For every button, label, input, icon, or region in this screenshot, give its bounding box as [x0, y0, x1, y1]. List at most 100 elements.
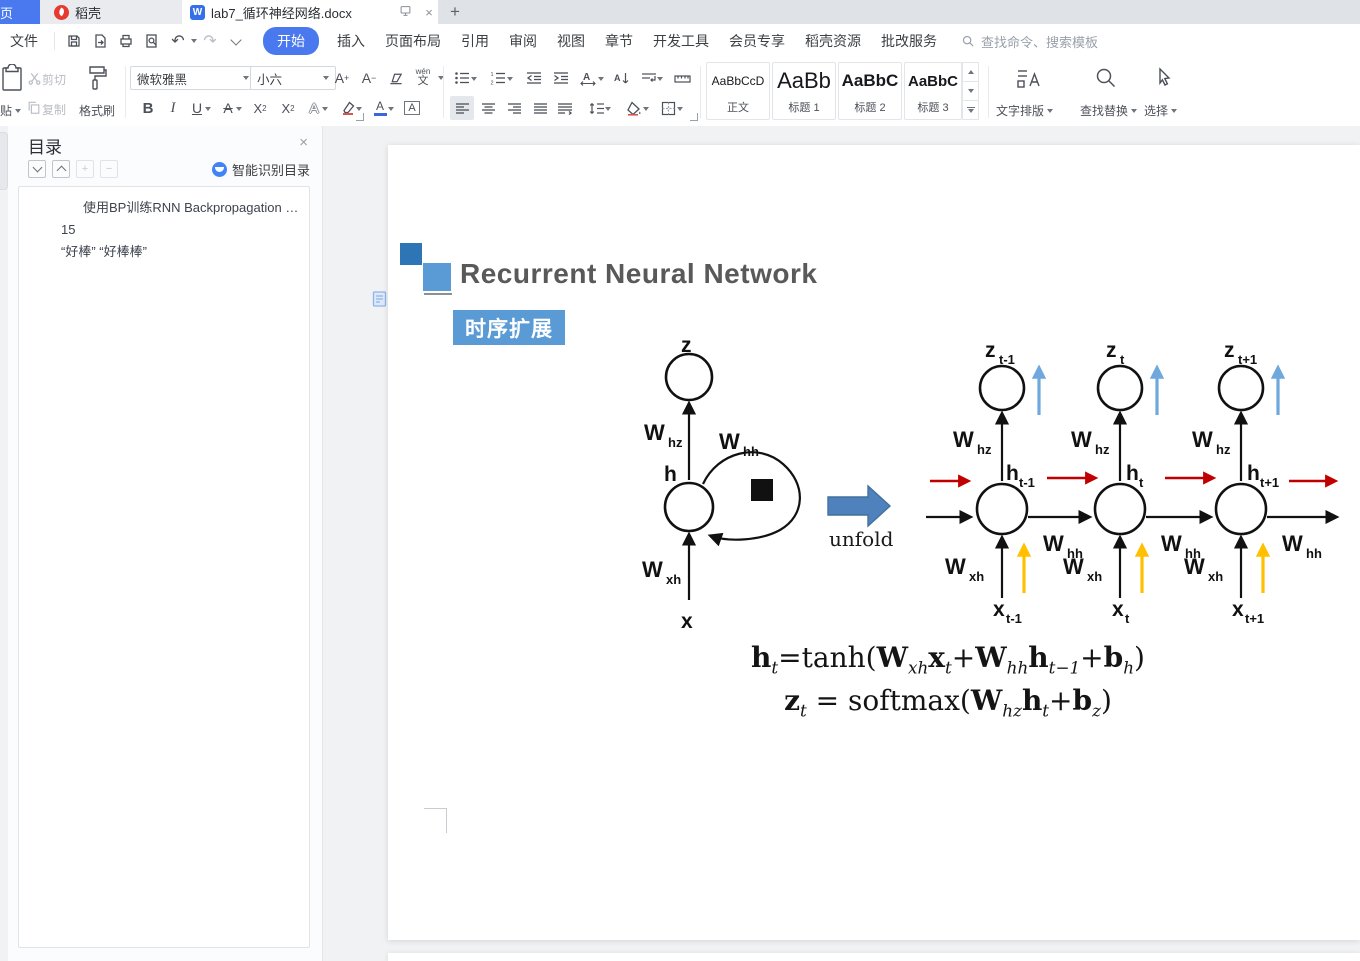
font-name-select[interactable]: 微软雅黑: [130, 66, 256, 90]
select-tool-icon[interactable]: [1150, 64, 1178, 92]
ribbon-tab-home[interactable]: 开始: [263, 27, 319, 55]
redo-icon[interactable]: ↷: [198, 29, 222, 53]
align-right-icon[interactable]: [502, 96, 526, 120]
tab-docer[interactable]: 稻壳: [40, 0, 182, 24]
ribbon-tab-docer-resources[interactable]: 稻壳资源: [805, 31, 861, 51]
print-icon[interactable]: [114, 29, 138, 53]
borders-dropdown-icon[interactable]: [677, 107, 683, 111]
tab-ruler-icon[interactable]: [670, 66, 694, 90]
cut-button[interactable]: 剪切: [42, 71, 66, 88]
undo-icon[interactable]: ↶: [166, 29, 190, 53]
unfold-label: unfold: [829, 527, 894, 551]
ribbon-tab-view[interactable]: 视图: [557, 31, 585, 51]
increase-indent-icon[interactable]: [549, 66, 573, 90]
subscript-icon[interactable]: X2: [276, 96, 300, 120]
ribbon-tab-review[interactable]: 审阅: [509, 31, 537, 51]
numbered-dropdown-icon[interactable]: [507, 77, 513, 81]
text-layout-button[interactable]: 文字排版: [996, 102, 1054, 119]
highlight-dropdown-icon[interactable]: [356, 107, 362, 111]
new-tab-button[interactable]: +: [438, 0, 472, 24]
undo-dropdown-icon[interactable]: [191, 39, 197, 43]
character-scale-dropdown-icon[interactable]: [598, 77, 604, 81]
close-toc-panel-icon[interactable]: ×: [299, 134, 308, 151]
line-spacing-dropdown-icon[interactable]: [605, 107, 611, 111]
text-direction-dropdown-icon[interactable]: [657, 77, 663, 81]
distribute-icon[interactable]: [553, 96, 577, 120]
content-area: 目录 × + − 智能识别目录 使用BP训练RNN Backpropagatio…: [0, 126, 1360, 961]
sidebar-collapse-handle[interactable]: [0, 132, 8, 190]
ribbon-tab-membership[interactable]: 会员专享: [729, 31, 785, 51]
paste-button[interactable]: 贴: [0, 102, 22, 119]
font-dialog-launcher-icon[interactable]: [356, 113, 364, 121]
find-replace-label: 查找替换: [1080, 104, 1129, 118]
toc-item[interactable]: “好棒” “好棒棒”: [19, 241, 309, 263]
font-color-dropdown-icon[interactable]: [388, 107, 394, 111]
next-page-edge: [388, 953, 1360, 961]
character-scale-icon[interactable]: A: [576, 66, 600, 90]
tab-home[interactable]: 首页: [0, 0, 40, 24]
rnn-diagram-image: z h x W hz W hh W xh unfold z t-1 W hz h…: [642, 334, 1340, 633]
ribbon-tab-correction-service[interactable]: 批改服务: [881, 31, 937, 51]
paragraph-dialog-launcher-icon[interactable]: [690, 113, 698, 121]
toc-previous-heading-icon[interactable]: [52, 160, 70, 178]
character-border-icon[interactable]: A: [400, 96, 424, 120]
bullet-dropdown-icon[interactable]: [471, 77, 477, 81]
superscript-icon[interactable]: X2: [248, 96, 272, 120]
align-center-icon[interactable]: [476, 96, 500, 120]
decrease-indent-icon[interactable]: [522, 66, 546, 90]
ribbon-tab-section[interactable]: 章节: [605, 31, 633, 51]
export-icon[interactable]: [88, 29, 112, 53]
ribbon-tab-insert[interactable]: 插入: [337, 31, 365, 51]
phonetic-guide-icon[interactable]: wén 文: [410, 64, 436, 90]
x-node-label: x: [1232, 598, 1244, 621]
tab-document[interactable]: W lab7_循环神经网络.docx ×: [182, 0, 438, 24]
format-painter-button[interactable]: 格式刷: [79, 102, 115, 119]
style-heading2[interactable]: AaBbC 标题 2: [838, 62, 902, 120]
toc-item[interactable]: 15: [19, 219, 309, 241]
toc-collapse-icon[interactable]: −: [100, 160, 118, 178]
strikethrough-dropdown-icon[interactable]: [236, 107, 242, 111]
text-effects-dropdown-icon[interactable]: [322, 107, 328, 111]
justify-icon[interactable]: [528, 96, 552, 120]
find-replace-icon[interactable]: [1092, 64, 1120, 92]
styles-scroll-down-icon[interactable]: [962, 81, 979, 101]
bold-icon[interactable]: B: [136, 96, 160, 120]
sort-icon[interactable]: A: [610, 66, 634, 90]
file-menu[interactable]: 文件: [10, 31, 38, 51]
close-tab-icon[interactable]: ×: [420, 5, 438, 20]
underline-dropdown-icon[interactable]: [205, 107, 211, 111]
grow-font-icon[interactable]: A +: [330, 66, 354, 90]
command-search[interactable]: 查找命令、搜索模板: [961, 32, 1098, 51]
styles-more-icon[interactable]: [962, 100, 979, 120]
shading-dropdown-icon[interactable]: [643, 107, 649, 111]
style-heading1[interactable]: AaBb 标题 1: [772, 62, 836, 120]
style-normal[interactable]: AaBbCcD 正文: [706, 62, 770, 120]
copy-button[interactable]: 复制: [42, 101, 66, 118]
smart-toc-button[interactable]: 智能识别目录: [211, 160, 310, 179]
text-layout-icon[interactable]: [1014, 64, 1042, 92]
text-layout-label: 文字排版: [996, 104, 1045, 118]
italic-icon[interactable]: I: [161, 96, 185, 120]
ribbon-tab-page-layout[interactable]: 页面布局: [385, 31, 441, 51]
shrink-font-icon[interactable]: A −: [357, 66, 381, 90]
toc-expand-icon[interactable]: +: [76, 160, 94, 178]
find-replace-button[interactable]: 查找替换: [1080, 102, 1138, 119]
save-icon[interactable]: [62, 29, 86, 53]
wxh-label: W: [1184, 554, 1205, 579]
styles-scroll-up-icon[interactable]: [962, 62, 979, 82]
select-tool-button[interactable]: 选择: [1144, 102, 1178, 119]
toc-item[interactable]: 使用BP训练RNN Backpropagation th ...: [19, 197, 309, 219]
print-preview-icon[interactable]: [140, 29, 164, 53]
style-heading1-label: 标题 1: [788, 102, 820, 114]
document-page[interactable]: Recurrent Neural Network 时序扩展 z h x W hz…: [388, 145, 1360, 940]
ribbon-tab-dev-tools[interactable]: 开发工具: [653, 31, 709, 51]
toc-next-heading-icon[interactable]: [28, 160, 46, 178]
font-size-select[interactable]: 小六: [250, 66, 336, 90]
pin-tab-icon[interactable]: [396, 5, 414, 20]
ribbon-tab-references[interactable]: 引用: [461, 31, 489, 51]
format-painter-icon[interactable]: [82, 62, 112, 94]
clear-format-icon[interactable]: [384, 66, 408, 90]
more-commands-icon[interactable]: [224, 29, 248, 53]
align-left-icon[interactable]: [450, 96, 474, 120]
style-heading3[interactable]: AaBbC 标题 3: [904, 62, 962, 120]
